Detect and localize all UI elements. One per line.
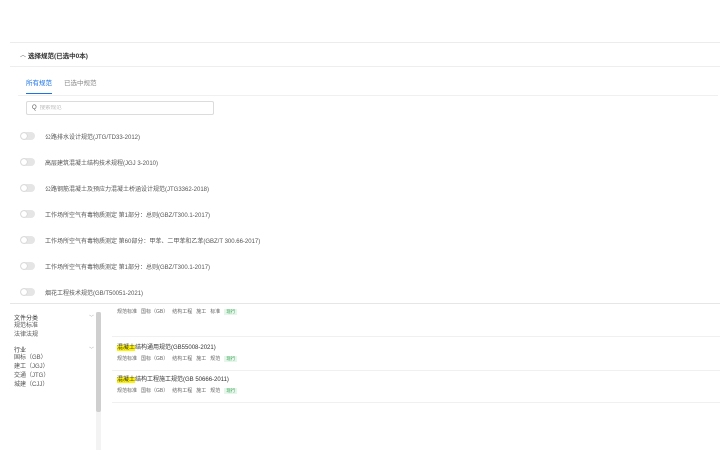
- standards-panel: ︿ 选择规范(已选中0本) 所有规范 已选中规范 Q 公路排水设计规范(JTG/…: [10, 42, 720, 300]
- chevron-down-icon[interactable]: ﹀: [89, 314, 94, 321]
- scrollbar-thumb[interactable]: [96, 312, 101, 412]
- tag: 施工: [196, 309, 207, 315]
- tab-bar: 所有规范 已选中规范: [26, 77, 97, 94]
- title-highlight: 混凝土: [117, 345, 136, 351]
- tag: 标准: [210, 309, 221, 315]
- tag: 规范标准: [117, 309, 138, 315]
- result-tags: 规范标准 国标（GB） 结构工程 施工 规范 现行: [117, 387, 717, 394]
- list-item: 工作场所空气有毒物质测定 第1部分：总则(GBZ/T300.1-2017): [20, 253, 720, 279]
- result-item[interactable]: 混凝土结构工程施工规范(GB 50666-2011) 规范标准 国标（GB） 结…: [117, 376, 717, 394]
- filter-item[interactable]: 交通（JTG）: [14, 372, 94, 381]
- tag: 规范标准: [117, 388, 138, 394]
- list-item: 工作场所空气有毒物质测定 第60部分：甲苯、二甲苯和乙苯(GBZ/T 300.6…: [20, 227, 720, 253]
- standard-label: 公路排水设计规范(JTG/TD33-2012): [45, 134, 141, 141]
- chevron-up-icon[interactable]: ︿: [20, 50, 28, 59]
- standard-label: 公路钢筋混凝土及预应力混凝土桥涵设计规范(JTG3362-2018): [45, 186, 210, 193]
- search-input[interactable]: [39, 105, 200, 111]
- tag: 规范标准: [117, 356, 138, 362]
- tab-divider: [18, 95, 718, 96]
- standard-label: 工作场所空气有毒物质测定 第1部分：总则(GBZ/T300.1-2017): [45, 212, 211, 219]
- standards-list: 公路排水设计规范(JTG/TD33-2012) 高层建筑混凝土结构技术规程(JG…: [20, 123, 720, 305]
- standard-label: 工作场所空气有毒物质测定 第60部分：甲苯、二甲苯和乙苯(GBZ/T 300.6…: [45, 238, 261, 245]
- filter-group-label: 行业: [14, 347, 27, 354]
- list-item: 工作场所空气有毒物质测定 第1部分：总则(GBZ/T300.1-2017): [20, 201, 720, 227]
- tag: 施工: [196, 356, 207, 362]
- list-item: 烟花工程技术规范(GB/T50051-2021): [20, 279, 720, 305]
- tag: 结构工程: [172, 309, 193, 315]
- result-title[interactable]: 混凝土结构工程施工规范(GB 50666-2011): [117, 376, 717, 385]
- list-item: 高层建筑混凝土结构技术规程(JGJ 3-2010): [20, 149, 720, 175]
- tag: 结构工程: [172, 356, 193, 362]
- tag: 规范: [210, 356, 221, 362]
- results-list: 规范标准 国标（GB） 结构工程 施工 标准 现行 混凝土结构通用规范(GB55…: [112, 304, 720, 450]
- standard-label: 工作场所空气有毒物质测定 第1部分：总则(GBZ/T300.1-2017): [45, 264, 211, 271]
- toggle-switch[interactable]: [20, 158, 35, 166]
- list-item: 公路排水设计规范(JTG/TD33-2012): [20, 123, 720, 149]
- chevron-down-icon[interactable]: ﹀: [89, 346, 94, 353]
- list-item: 公路钢筋混凝土及预应力混凝土桥涵设计规范(JTG3362-2018): [20, 175, 720, 201]
- toggle-switch[interactable]: [20, 184, 35, 192]
- toggle-switch[interactable]: [20, 132, 35, 140]
- filter-item[interactable]: 法律法规: [14, 331, 94, 340]
- result-tags: 规范标准 国标（GB） 结构工程 施工 规范 现行: [117, 355, 717, 362]
- toggle-switch[interactable]: [20, 236, 35, 244]
- tag: 施工: [196, 388, 207, 394]
- result-item[interactable]: 规范标准 国标（GB） 结构工程 施工 标准 现行: [117, 306, 717, 315]
- tag: 国标（GB）: [141, 388, 169, 394]
- filter-group-category[interactable]: 文件分类 ﹀: [14, 312, 94, 322]
- standard-label: 烟花工程技术规范(GB/T50051-2021): [45, 290, 144, 297]
- filter-item[interactable]: 城建（CJJ）: [14, 381, 94, 390]
- filter-sidebar: 文件分类 ﹀ 规范标准 法律法规 行业 ﹀ 国标（GB） 建工（JGJ） 交通（…: [14, 312, 94, 450]
- result-tags: 规范标准 国标（GB） 结构工程 施工 标准 现行: [117, 308, 717, 315]
- panel-title: 选择规范(已选中0本): [28, 52, 88, 60]
- sidebar-scrollbar[interactable]: [96, 312, 101, 450]
- result-title[interactable]: 混凝土结构通用规范(GB55008-2021): [117, 344, 717, 353]
- status-badge: 现行: [224, 355, 238, 362]
- toggle-switch[interactable]: [20, 288, 35, 296]
- toggle-switch[interactable]: [20, 210, 35, 218]
- filter-group-label: 文件分类: [14, 315, 39, 322]
- filter-item[interactable]: 国标（GB）: [14, 354, 94, 363]
- tag: 结构工程: [172, 388, 193, 394]
- filter-group-industry[interactable]: 行业 ﹀: [14, 344, 94, 354]
- filter-item[interactable]: 建工（JGJ）: [14, 363, 94, 372]
- search-box[interactable]: Q: [26, 101, 214, 115]
- tag: 规范: [210, 388, 221, 394]
- standard-label: 高层建筑混凝土结构技术规程(JGJ 3-2010): [45, 160, 159, 167]
- result-item[interactable]: 混凝土结构通用规范(GB55008-2021) 规范标准 国标（GB） 结构工程…: [117, 344, 717, 362]
- tab-all-standards[interactable]: 所有规范: [26, 77, 52, 94]
- toggle-switch[interactable]: [20, 262, 35, 270]
- tab-selected-standards[interactable]: 已选中规范: [64, 77, 97, 94]
- search-icon: Q: [32, 105, 37, 111]
- status-badge: 现行: [224, 308, 238, 315]
- title-highlight: 混凝土: [117, 377, 136, 383]
- status-badge: 现行: [224, 387, 238, 394]
- panel-header[interactable]: ︿ 选择规范(已选中0本): [10, 43, 720, 67]
- filter-item[interactable]: 规范标准: [14, 322, 94, 331]
- title-text: 结构工程施工规范(GB 50666-2011): [135, 377, 229, 383]
- tag: 国标（GB）: [141, 356, 169, 362]
- title-text: 结构通用规范(GB55008-2021): [135, 345, 216, 351]
- tag: 国标（GB）: [141, 309, 169, 315]
